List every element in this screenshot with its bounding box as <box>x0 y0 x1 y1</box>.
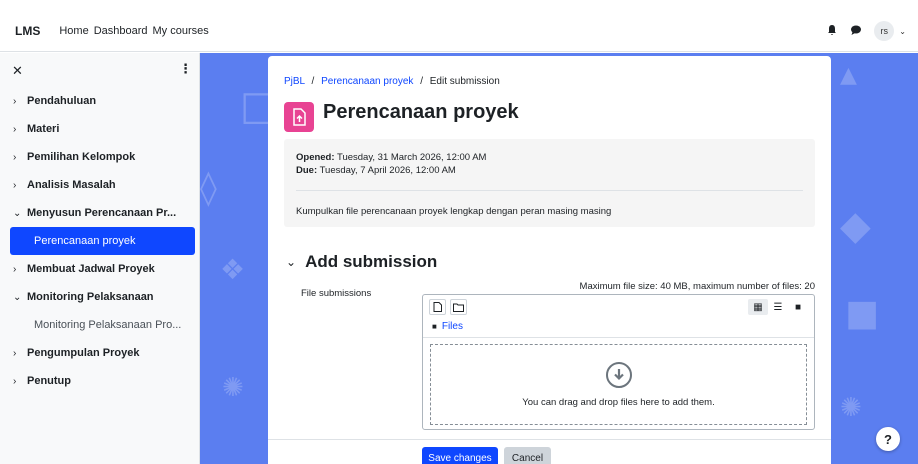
close-drawer-icon[interactable]: ✕ <box>12 63 23 79</box>
decorative-csharp-icon-right: ■ <box>845 293 880 334</box>
user-tools: rs ⌄ <box>826 10 906 52</box>
chevron-right-icon[interactable]: › <box>13 376 27 387</box>
breadcrumb: PjBL / Perencanaan proyek / Edit submiss… <box>284 76 500 87</box>
chevron-down-icon[interactable]: ⌄ <box>13 208 27 219</box>
site-brand[interactable]: LMS <box>15 24 40 38</box>
course-section-pemilihan-kelompok[interactable]: › Pemilihan Kelompok <box>0 143 199 171</box>
chevron-right-icon[interactable]: › <box>13 180 27 191</box>
nav-link-home[interactable]: Home <box>59 25 88 37</box>
course-index-drawer: ✕ ⋮ › Pendahuluan › Materi › Pemilihan Kelo… <box>0 53 200 464</box>
file-picker-toolbar: ▦ ☰ ■ <box>423 295 814 318</box>
add-submission-heading[interactable]: ⌄ Add submission <box>286 252 437 272</box>
course-section-monitoring[interactable]: ⌄ Monitoring Pelaksanaan <box>0 283 199 311</box>
course-section-materi[interactable]: › Materi <box>0 115 199 143</box>
chevron-right-icon[interactable]: › <box>13 264 27 275</box>
file-picker: ▦ ☰ ■ ■ Files You can drag and drop file… <box>422 294 815 430</box>
assignment-icon <box>284 102 314 132</box>
top-navbar: LMS Home Dashboard My courses rs ⌄ <box>0 10 918 52</box>
tree-view-folder-icon[interactable]: ■ <box>788 299 808 315</box>
cancel-button[interactable]: Cancel <box>504 447 551 464</box>
course-section-analisis-masalah[interactable]: › Analisis Masalah <box>0 171 199 199</box>
file-submissions-label: File submissions <box>301 288 372 299</box>
course-section-pendahuluan[interactable]: › Pendahuluan <box>0 87 199 115</box>
max-file-info: Maximum file size: 40 MB, maximum number… <box>579 281 815 292</box>
help-button[interactable]: ? <box>876 427 900 451</box>
activity-description: Kumpulkan file perencanaan proyek lengka… <box>296 206 612 217</box>
chevron-right-icon[interactable]: › <box>13 348 27 359</box>
folder-icon: ■ <box>432 322 437 331</box>
drawer-options-kebab-icon[interactable]: ⋮ <box>179 61 192 77</box>
file-path[interactable]: ■ Files <box>432 321 463 332</box>
primary-navigation: Home Dashboard My courses <box>59 25 208 37</box>
decorative-code-icon-right: ✺ <box>840 393 862 423</box>
course-index-list: › Pendahuluan › Materi › Pemilihan Kelompok… <box>0 87 199 395</box>
download-arrow-icon <box>605 361 632 388</box>
breadcrumb-course-link[interactable]: PjBL <box>284 76 305 87</box>
drop-zone-text: You can drag and drop files here to add … <box>522 396 715 408</box>
form-divider <box>268 439 831 440</box>
page-title: Perencanaan proyek <box>323 101 519 123</box>
chevron-down-icon[interactable]: ⌄ <box>13 292 27 303</box>
nav-link-dashboard[interactable]: Dashboard <box>94 25 148 37</box>
add-file-icon[interactable] <box>429 299 446 315</box>
opened-date: Opened: Tuesday, 31 March 2026, 12:00 AM <box>296 152 487 163</box>
course-section-membuat-jadwal[interactable]: › Membuat Jadwal Proyek <box>0 255 199 283</box>
decorative-code-icon: ✺ <box>222 373 244 403</box>
course-activity-monitoring[interactable]: Monitoring Pelaksanaan Pro... <box>0 311 199 339</box>
save-changes-button[interactable]: Save changes <box>422 447 498 464</box>
user-avatar[interactable]: rs <box>874 21 895 41</box>
decorative-js-icon: ▲ <box>840 63 857 88</box>
activity-info-box: Opened: Tuesday, 31 March 2026, 12:00 AM… <box>284 139 815 227</box>
file-drop-zone[interactable]: You can drag and drop files here to add … <box>430 344 807 425</box>
view-mode-toggles: ▦ ☰ ■ <box>748 299 808 315</box>
messages-icon[interactable] <box>850 24 862 39</box>
file-picker-divider <box>423 337 814 338</box>
course-section-pengumpulan[interactable]: › Pengumpulan Proyek <box>0 339 199 367</box>
chevron-right-icon[interactable]: › <box>13 124 27 135</box>
course-section-menyusun-perencanaan[interactable]: ⌄ Menyusun Perencanaan Pr... <box>0 199 199 227</box>
due-date: Due: Tuesday, 7 April 2026, 12:00 AM <box>296 165 456 176</box>
chevron-right-icon[interactable]: › <box>13 96 27 107</box>
breadcrumb-separator: / <box>311 76 315 87</box>
nav-link-my-courses[interactable]: My courses <box>153 25 209 37</box>
decorative-code-pattern-icon: ◊ <box>200 168 217 208</box>
chevron-right-icon[interactable]: › <box>13 152 27 163</box>
info-divider <box>296 190 803 191</box>
create-folder-icon[interactable] <box>450 299 467 315</box>
main-content-card: PjBL / Perencanaan proyek / Edit submiss… <box>268 56 831 464</box>
notification-bell-icon[interactable] <box>826 24 838 39</box>
breadcrumb-activity-link[interactable]: Perencanaan proyek <box>321 76 413 87</box>
grid-view-icon[interactable]: ▦ <box>748 299 768 315</box>
decorative-csharp-icon: ❖ <box>220 253 246 286</box>
course-section-penutup[interactable]: › Penutup <box>0 367 199 395</box>
decorative-java-icon: ◆ <box>840 203 871 249</box>
user-menu-chevron-down-icon[interactable]: ⌄ <box>899 27 906 36</box>
list-view-icon[interactable]: ☰ <box>768 299 788 315</box>
chevron-down-icon[interactable]: ⌄ <box>286 255 296 269</box>
breadcrumb-current: Edit submission <box>429 76 500 87</box>
breadcrumb-separator: / <box>420 76 423 87</box>
course-activity-perencanaan-proyek[interactable]: Perencanaan proyek <box>10 227 195 255</box>
